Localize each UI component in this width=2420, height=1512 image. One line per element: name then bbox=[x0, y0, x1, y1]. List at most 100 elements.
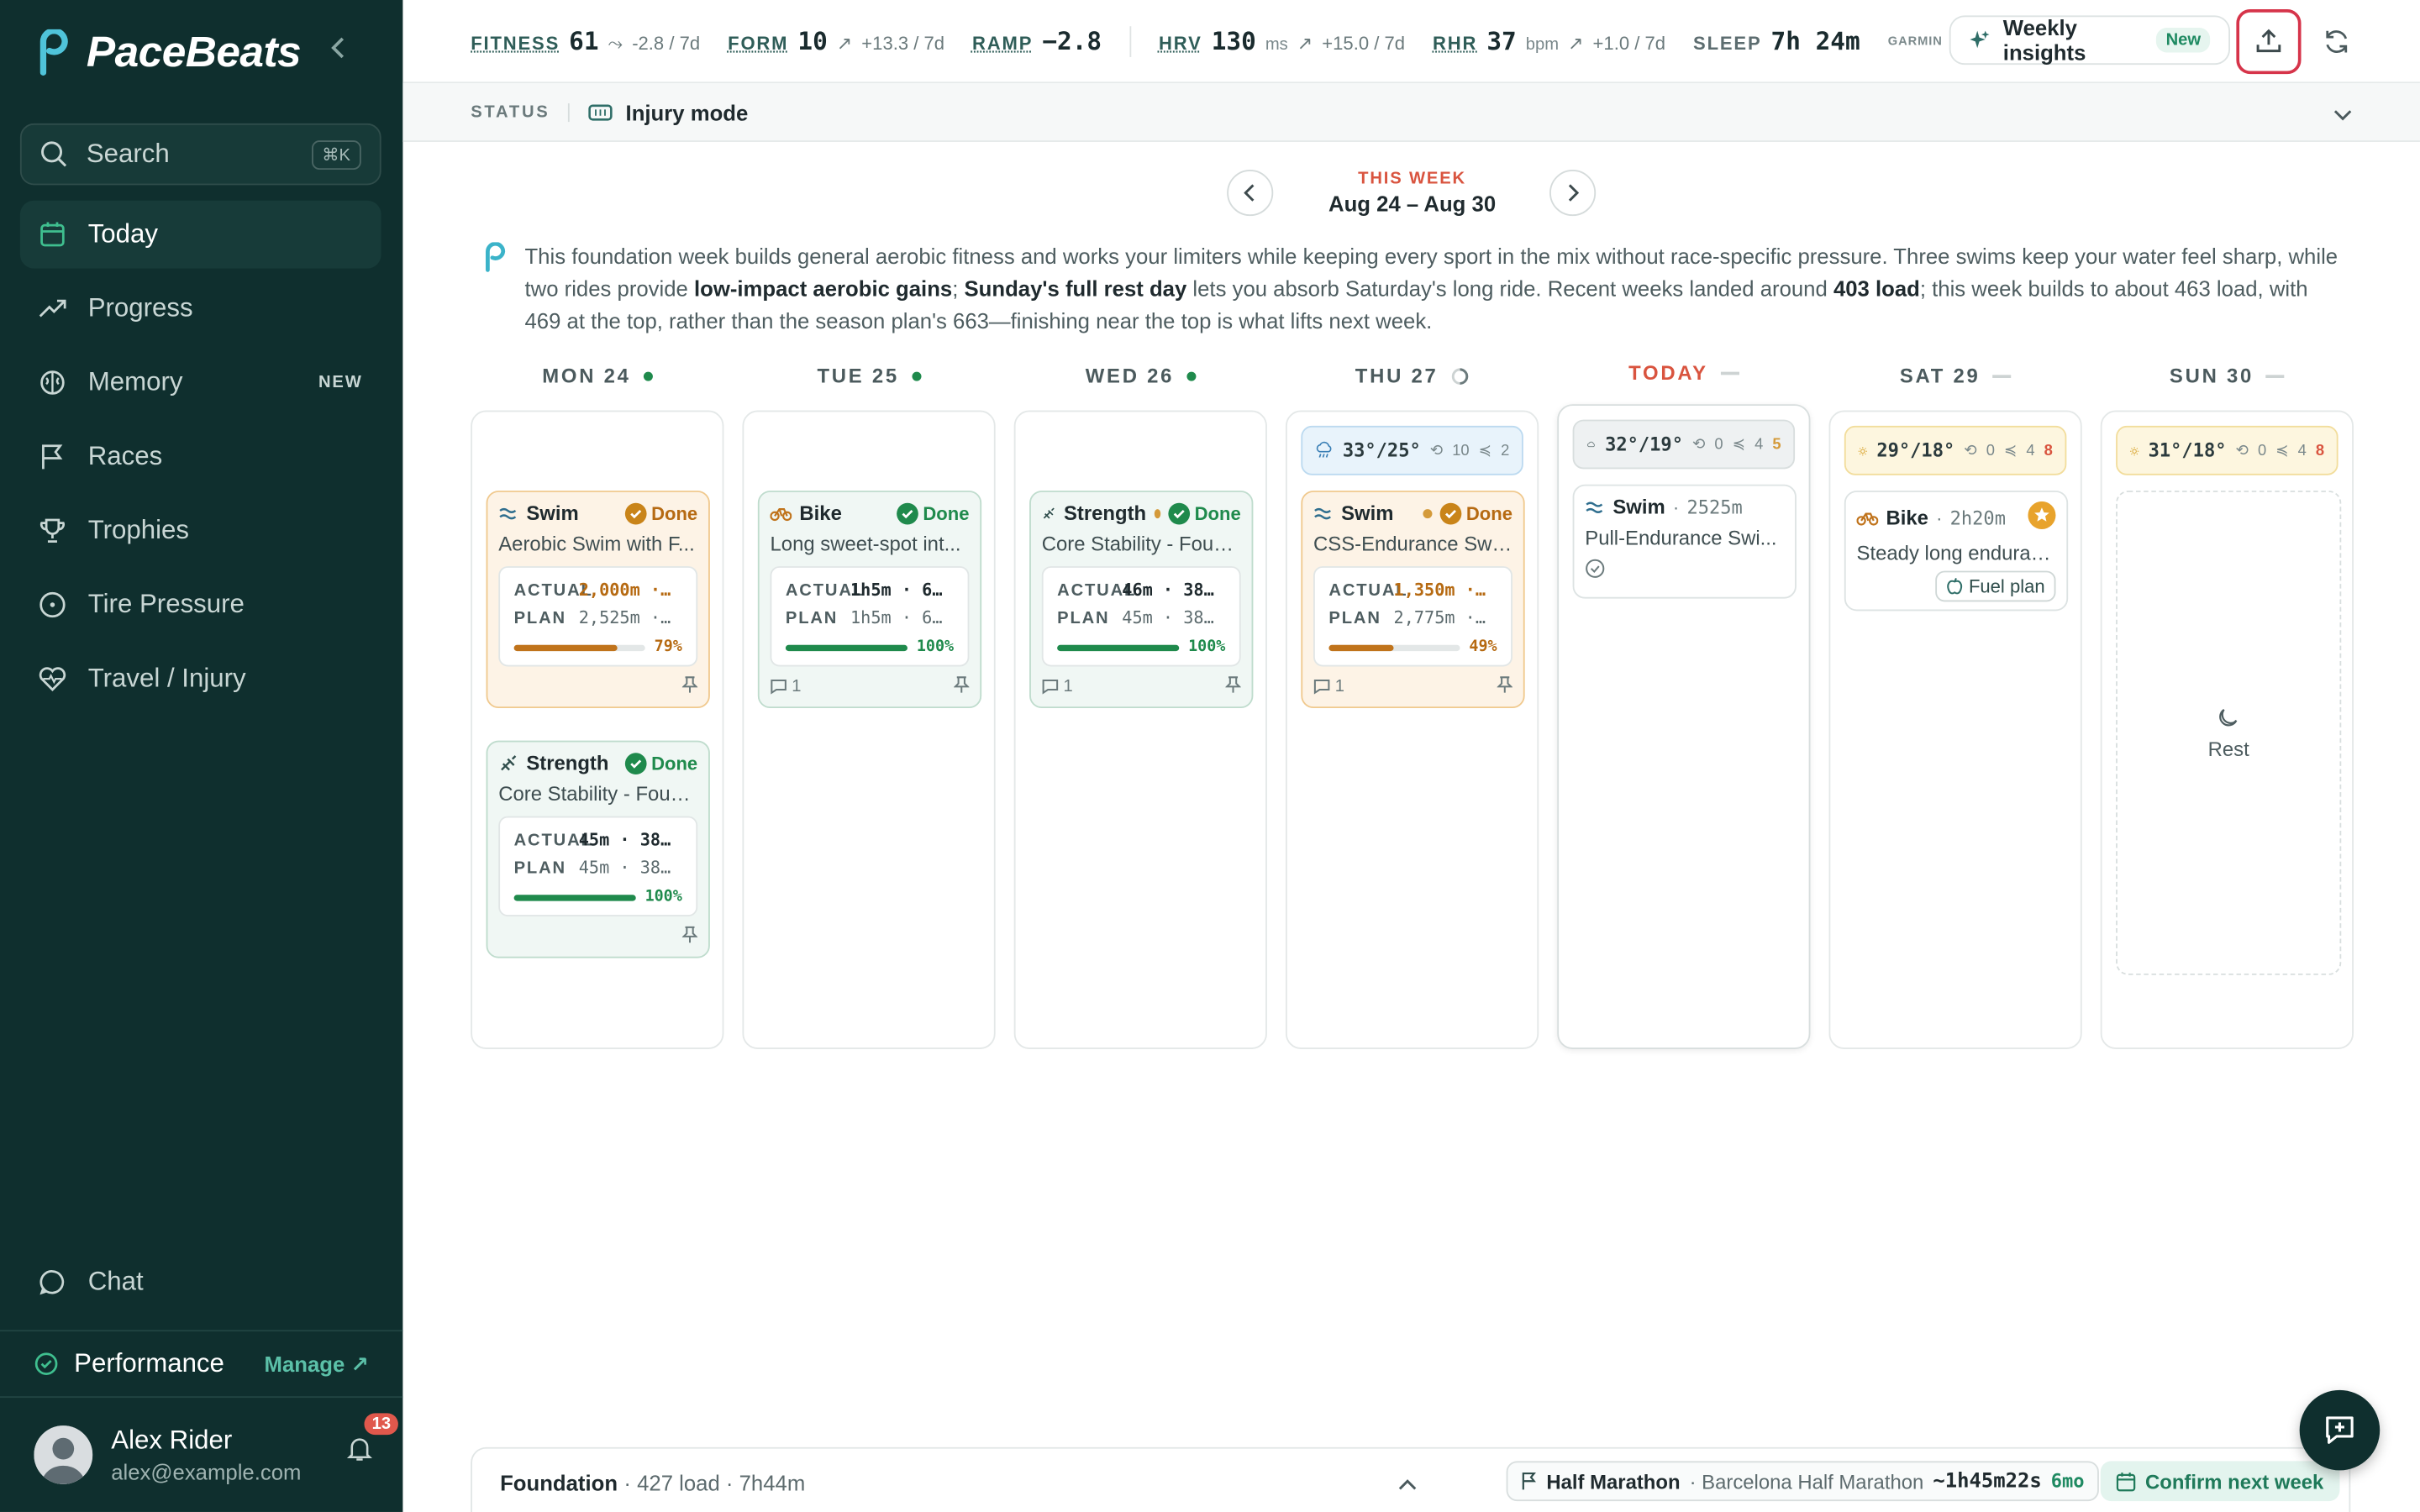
sidebar-item-today[interactable]: Today bbox=[19, 200, 381, 269]
sleep-value: 7h 24m bbox=[1770, 26, 1860, 56]
circle-check-icon[interactable] bbox=[1585, 559, 1784, 586]
sidebar-item-progress[interactable]: Progress bbox=[20, 275, 381, 343]
intensity-dot bbox=[1423, 508, 1433, 518]
rhr-unit: bpm bbox=[1525, 35, 1560, 55]
chat-fab-button[interactable] bbox=[2299, 1389, 2381, 1471]
intensity-dot bbox=[1154, 508, 1161, 518]
weather-chip[interactable]: 32°/19° ⟲ 0 ≼ 4 5 bbox=[1572, 419, 1796, 470]
sidebar-item-label: Today bbox=[87, 218, 159, 249]
temperature: 32°/19° bbox=[1605, 433, 1683, 455]
completion-percent: 100% bbox=[1188, 638, 1226, 656]
weekly-insights-label: Weekly insights bbox=[2002, 15, 2086, 66]
workout-card-bike[interactable]: Bike · 2h20m Steady long enduran... Fuel… bbox=[1844, 491, 2069, 612]
separator: · bbox=[1936, 507, 1943, 529]
day-label: THU 27 bbox=[1355, 364, 1439, 388]
workout-title: Long sweet-spot int... bbox=[770, 532, 961, 556]
completion-bar bbox=[1057, 643, 1180, 651]
user-profile[interactable]: Alex Rider alex@example.com 13 bbox=[34, 1413, 399, 1494]
ramp-label: RAMP bbox=[972, 32, 1034, 55]
search-input[interactable]: Search ⌘K bbox=[19, 123, 381, 186]
pin-icon[interactable] bbox=[953, 675, 971, 699]
phase-bar: Foundation · 427 load · 7h44m Half Marat… bbox=[471, 1446, 2351, 1512]
manage-link[interactable]: Manage ↗ bbox=[265, 1351, 369, 1377]
chevron-up-icon[interactable] bbox=[1398, 1470, 1417, 1498]
race-countdown: 6mo bbox=[2050, 1470, 2085, 1493]
chevron-down-icon[interactable] bbox=[2333, 102, 2352, 129]
goal-race-pill[interactable]: Half Marathon · Barcelona Half Marathon … bbox=[1506, 1461, 2099, 1502]
weather-chip[interactable]: 33°/25° ⟲ 10 ≼ 2 bbox=[1301, 425, 1523, 475]
status-value: Injury mode bbox=[588, 99, 748, 124]
day-column-thu: 33°/25° ⟲ 10 ≼ 2 Swim Done CSS-Endurance S… bbox=[1285, 410, 1539, 1049]
fuel-plan-button[interactable]: Fuel plan bbox=[1934, 570, 2056, 602]
star-badge-icon[interactable] bbox=[2028, 501, 2056, 534]
ramp-metric[interactable]: RAMP −2.8 bbox=[972, 26, 1102, 55]
next-week-button[interactable] bbox=[1549, 170, 1597, 217]
cloud-icon bbox=[1587, 441, 1595, 448]
pin-icon[interactable] bbox=[1224, 675, 1242, 699]
notifications-button[interactable]: 13 bbox=[345, 1413, 399, 1470]
bell-icon bbox=[346, 1438, 372, 1461]
temperature: 31°/18° bbox=[2148, 439, 2227, 462]
partial-progress-icon bbox=[1451, 367, 1469, 384]
day-header-today: TODAY bbox=[1557, 361, 1810, 384]
workout-card-swim[interactable]: Swim Done Aerobic Swim with F... ACTUAL 2… bbox=[486, 491, 710, 709]
sidebar-item-memory[interactable]: Memory NEW bbox=[20, 349, 381, 417]
status-badge: Done bbox=[897, 501, 969, 524]
notification-count: 13 bbox=[364, 1413, 399, 1436]
day-header-sun: SUN 30 bbox=[2101, 364, 2354, 387]
apple-icon bbox=[1946, 577, 1962, 595]
performance-row: Performance Manage ↗ bbox=[0, 1330, 403, 1399]
brand[interactable]: PaceBeats bbox=[34, 28, 302, 77]
pin-icon[interactable] bbox=[1496, 675, 1513, 699]
completion-percent: 79% bbox=[654, 638, 682, 656]
chevron-right-icon bbox=[1568, 184, 1579, 202]
user-name: Alex Rider bbox=[111, 1425, 233, 1456]
comments-button[interactable]: 1 bbox=[1042, 677, 1073, 696]
plan-label: PLAN bbox=[1328, 609, 1381, 628]
search-shortcut: ⌘K bbox=[311, 139, 361, 170]
summary-highlight: low-impact aerobic gains bbox=[693, 276, 953, 302]
sidebar-item-races[interactable]: Races bbox=[20, 423, 381, 491]
collapse-sidebar-icon[interactable] bbox=[330, 37, 345, 66]
sidebar-item-travel-injury[interactable]: Travel / Injury bbox=[20, 645, 381, 713]
workout-duration: 2h20m bbox=[1949, 507, 2006, 529]
race-name: · Barcelona Half Marathon bbox=[1689, 1469, 1924, 1494]
workout-card-swim[interactable]: Swim Done CSS-Endurance Swim ACTUAL 1,350… bbox=[1301, 491, 1525, 709]
trend-up-icon: ↗ bbox=[836, 32, 853, 55]
weekly-insights-button[interactable]: Weekly insights New bbox=[1949, 15, 2231, 66]
workout-card-bike[interactable]: Bike Done Long sweet-spot int... ACTUAL 1… bbox=[757, 491, 982, 709]
brain-icon bbox=[40, 370, 65, 395]
wind-icon: ⟲ bbox=[1964, 442, 1977, 459]
sidebar-item-chat[interactable]: Chat bbox=[20, 1250, 381, 1315]
day-label: TUE 25 bbox=[817, 364, 899, 388]
form-metric[interactable]: FORM 10 ↗ +13.3 / 7d bbox=[728, 26, 944, 55]
workout-card-strength[interactable]: Strength Done Core Stability - Foun... A… bbox=[1029, 491, 1254, 709]
hrv-unit: ms bbox=[1265, 35, 1288, 55]
rhr-metric[interactable]: RHR 37 bpm ↗ +1.0 / 7d bbox=[1433, 26, 1665, 55]
weather-chip[interactable]: 31°/18° ⟲ 0 ≼ 4 8 bbox=[2116, 425, 2338, 475]
sidebar-item-trophies[interactable]: Trophies bbox=[20, 496, 381, 564]
empty-dash bbox=[2265, 374, 2285, 378]
pin-icon[interactable] bbox=[681, 925, 698, 948]
comments-button[interactable]: 1 bbox=[771, 677, 801, 696]
sidebar-item-tire-pressure[interactable]: Tire Pressure bbox=[20, 571, 381, 639]
confirm-next-week-button[interactable]: Confirm next week bbox=[2100, 1461, 2339, 1502]
workout-card-swim[interactable]: Swim · 2525m Pull-Endurance Swi... bbox=[1572, 484, 1797, 599]
weather-chip[interactable]: 29°/18° ⟲ 0 ≼ 4 8 bbox=[1844, 425, 2067, 475]
workout-sport: Strength bbox=[526, 751, 609, 775]
hrv-metric[interactable]: HRV 130 ms ↗ +15.0 / 7d bbox=[1159, 26, 1405, 55]
export-button[interactable] bbox=[2236, 9, 2302, 75]
status-badge: Done bbox=[624, 501, 697, 524]
workout-sport: Bike bbox=[799, 501, 842, 525]
day-column-wed: Strength Done Core Stability - Foun... A… bbox=[1013, 410, 1267, 1049]
status-bar[interactable]: STATUS Injury mode bbox=[402, 83, 2420, 142]
pin-icon[interactable] bbox=[681, 675, 698, 699]
search-placeholder: Search bbox=[86, 139, 170, 169]
sleep-metric[interactable]: SLEEP 7h 24m bbox=[1693, 26, 1860, 55]
comments-button[interactable]: 1 bbox=[1313, 677, 1344, 696]
refresh-button[interactable] bbox=[2311, 15, 2363, 67]
check-icon bbox=[1168, 501, 1191, 524]
app-root: PaceBeats Search ⌘K Today Progress Memor… bbox=[0, 0, 2420, 1512]
fitness-metric[interactable]: FITNESS 61 ⤳ -2.8 / 7d bbox=[471, 26, 700, 55]
workout-card-strength[interactable]: Strength Done Core Stability - Foun... A… bbox=[486, 740, 710, 958]
